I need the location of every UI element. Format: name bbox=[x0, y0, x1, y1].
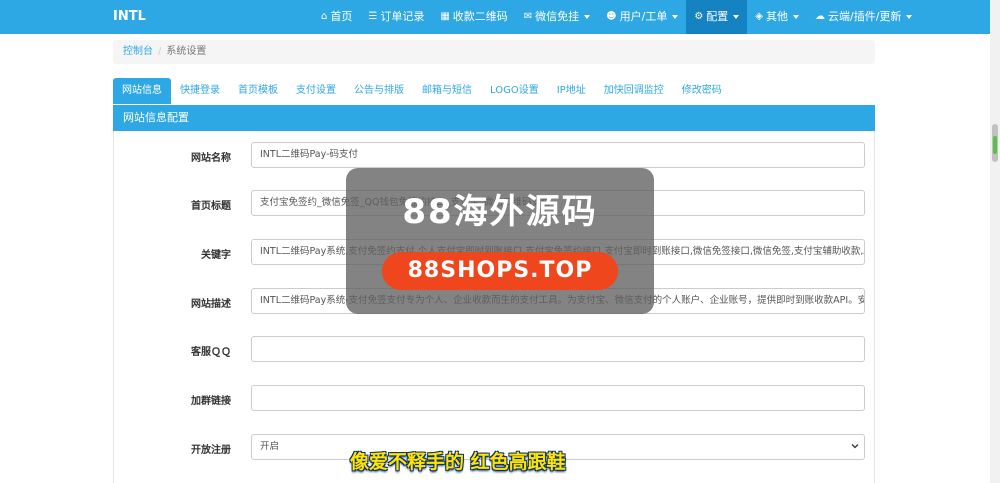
scrollbar-indicator bbox=[993, 136, 997, 154]
tab-payment[interactable]: 支付设置 bbox=[287, 78, 345, 104]
settings-tabs: 网站信息 快捷登录 首页模板 支付设置 公告与排版 邮箱与短信 LOGO设置 I… bbox=[113, 78, 731, 104]
tab-home-template[interactable]: 首页模板 bbox=[229, 78, 287, 104]
home-title-label: 首页标题 bbox=[191, 201, 231, 212]
list-icon: ☰ bbox=[368, 11, 378, 22]
nav-item-wechat[interactable]: ✉ 微信免挂 bbox=[516, 0, 598, 34]
nav-item-cloud[interactable]: ☁ 云端/插件/更新 bbox=[807, 0, 920, 34]
nav-item-label: 其他 bbox=[766, 10, 788, 23]
nav-item-label: 用户/工单 bbox=[619, 10, 668, 23]
nav-item-other[interactable]: ◈ 其他 bbox=[747, 0, 807, 34]
breadcrumb: 控制台 / 系统设置 bbox=[113, 40, 875, 64]
chevron-down-icon bbox=[672, 15, 679, 19]
group-link-input[interactable] bbox=[251, 385, 865, 411]
cloud-icon: ☁ bbox=[815, 11, 825, 22]
registration-label: 开放注册 bbox=[191, 445, 231, 456]
service-qq-input[interactable] bbox=[251, 336, 865, 362]
brand-logo[interactable]: INTL bbox=[113, 0, 146, 34]
nav-item-home[interactable]: ⌂ 首页 bbox=[313, 0, 360, 34]
site-name-input[interactable]: INTL二维码Pay-码支付 bbox=[251, 142, 865, 168]
site-name-label: 网站名称 bbox=[191, 153, 231, 164]
nav-item-label: 微信免挂 bbox=[535, 10, 580, 23]
nav-item-config[interactable]: ⚙ 配置 bbox=[686, 0, 748, 34]
tab-change-password[interactable]: 修改密码 bbox=[673, 78, 731, 104]
tab-callback-monitor[interactable]: 加快回调监控 bbox=[595, 78, 673, 104]
home-icon: ⌂ bbox=[321, 11, 328, 22]
keywords-label: 关键字 bbox=[201, 250, 231, 261]
panel-title: 网站信息配置 bbox=[113, 105, 875, 131]
qrcode-icon: ▦ bbox=[440, 11, 450, 22]
cube-icon: ◈ bbox=[755, 11, 763, 22]
wechat-icon: ✉ bbox=[523, 11, 533, 22]
tab-quick-login[interactable]: 快捷登录 bbox=[171, 78, 229, 104]
tab-ip[interactable]: IP地址 bbox=[548, 78, 595, 104]
top-navbar: INTL ⌂ 首页 ☰ 订单记录 ▦ 收款二维码 ✉ 微信免挂 ☻ 用户/工单 … bbox=[0, 0, 1000, 34]
watermark-overlay: 88海外源码 88SHOPS.TOP bbox=[346, 168, 654, 314]
tab-logo[interactable]: LOGO设置 bbox=[481, 78, 548, 104]
tab-email-sms[interactable]: 邮箱与短信 bbox=[413, 78, 481, 104]
nav-item-label: 云端/插件/更新 bbox=[828, 10, 902, 23]
description-label: 网站描述 bbox=[191, 299, 231, 310]
breadcrumb-home-link[interactable]: 控制台 bbox=[123, 46, 153, 57]
nav-item-orders[interactable]: ☰ 订单记录 bbox=[360, 0, 432, 34]
chevron-down-icon bbox=[851, 444, 859, 449]
video-caption: 像爱不释手的 红色高跟鞋 bbox=[350, 451, 566, 473]
chevron-down-icon bbox=[584, 15, 591, 19]
tab-site-info[interactable]: 网站信息 bbox=[113, 78, 171, 104]
nav-item-label: 配置 bbox=[706, 10, 729, 23]
vertical-scrollbar[interactable] bbox=[990, 0, 1000, 483]
nav-item-qrcode[interactable]: ▦ 收款二维码 bbox=[432, 0, 515, 34]
nav-item-users[interactable]: ☻ 用户/工单 bbox=[598, 0, 686, 34]
breadcrumb-current: 系统设置 bbox=[166, 46, 207, 57]
nav-item-label: 首页 bbox=[330, 10, 353, 23]
breadcrumb-separator: / bbox=[158, 46, 162, 57]
chevron-down-icon bbox=[906, 15, 913, 19]
nav-item-label: 收款二维码 bbox=[452, 10, 508, 23]
watermark-url-badge: 88SHOPS.TOP bbox=[382, 252, 618, 290]
service-qq-label: 客服ＱＱ bbox=[191, 347, 231, 358]
watermark-title: 88海外源码 bbox=[402, 192, 598, 232]
chevron-down-icon bbox=[733, 15, 740, 19]
chevron-down-icon bbox=[793, 15, 799, 19]
tab-announcement[interactable]: 公告与排版 bbox=[345, 78, 413, 104]
nav-menu: ⌂ 首页 ☰ 订单记录 ▦ 收款二维码 ✉ 微信免挂 ☻ 用户/工单 ⚙ 配置 … bbox=[313, 0, 920, 34]
gear-icon: ⚙ bbox=[694, 11, 704, 22]
group-link-label: 加群链接 bbox=[191, 396, 231, 407]
nav-item-label: 订单记录 bbox=[380, 10, 425, 23]
user-icon: ☻ bbox=[606, 11, 617, 22]
